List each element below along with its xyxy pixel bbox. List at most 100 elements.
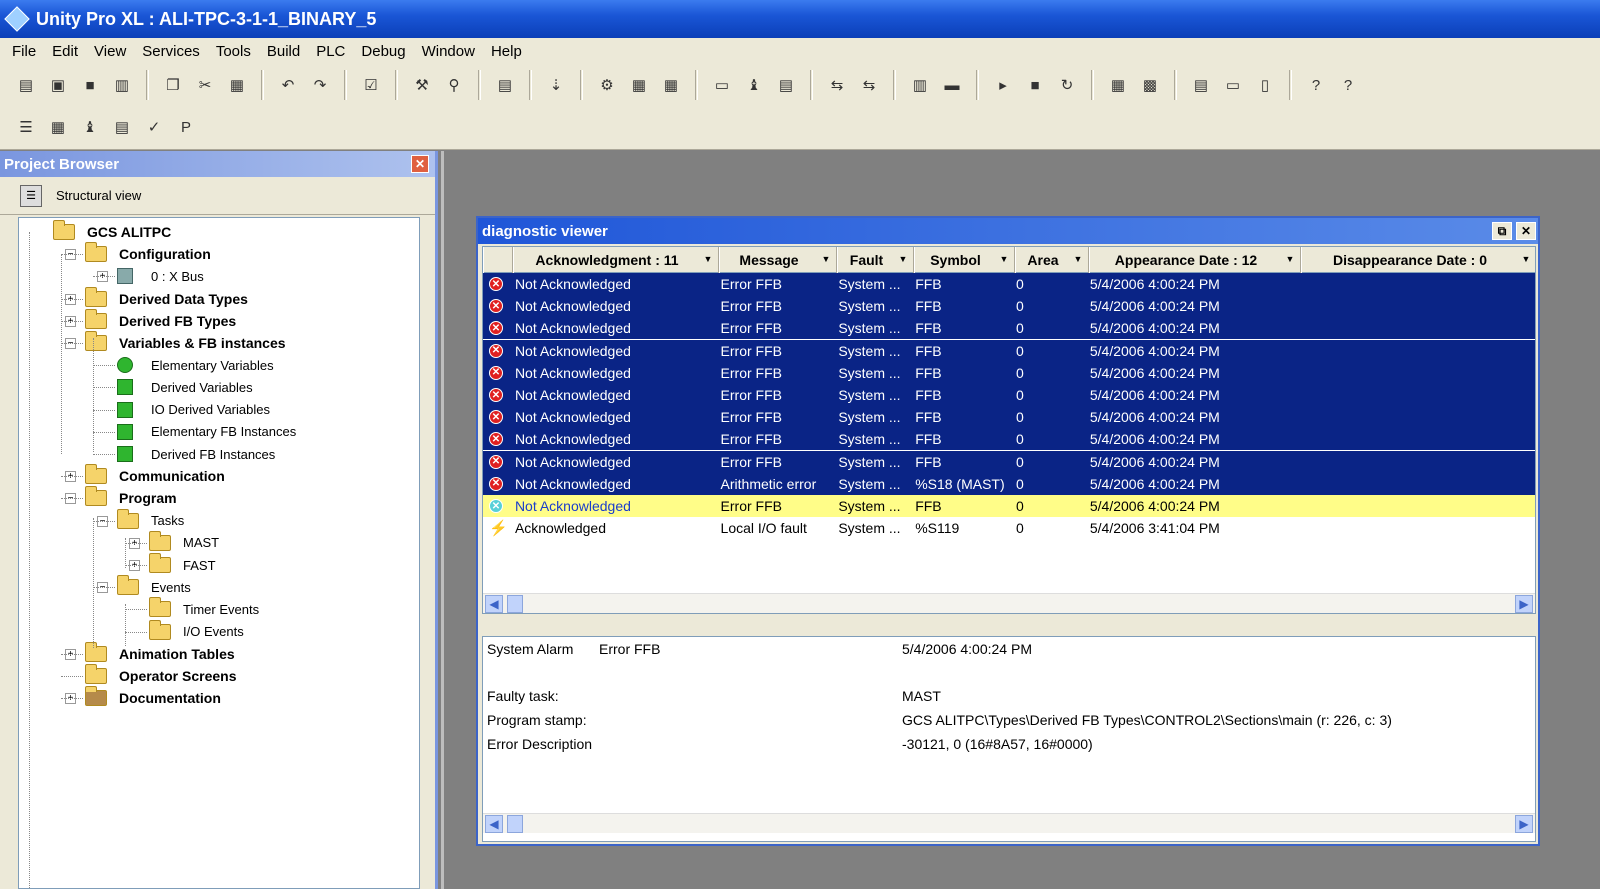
search-icon[interactable]: ⚲ — [441, 72, 467, 98]
column-header[interactable]: Acknowledgment : 11 ▼ — [513, 247, 719, 273]
grid-horizontal-scrollbar[interactable]: ◀ ▶ — [483, 593, 1535, 613]
animation-icon[interactable]: ▦ — [1105, 72, 1131, 98]
tree-item[interactable]: FAST — [149, 553, 216, 576]
scroll-right-icon[interactable]: ▶ — [1515, 595, 1533, 613]
table-row[interactable]: ⚡ Acknowledged Local I/O fault System ... %S… — [483, 517, 1535, 539]
sim-icon[interactable]: ▥ — [907, 72, 933, 98]
table-row[interactable]: ✕ Not Acknowledged Error FFB System ... FFB 0… — [483, 361, 1535, 384]
window-icon[interactable]: ▦ — [45, 114, 71, 140]
redo-icon[interactable]: ↷ — [307, 72, 333, 98]
tree-item[interactable]: Tasks — [117, 508, 184, 532]
tree-item[interactable]: Documentation — [85, 686, 221, 709]
menu-window[interactable]: Window — [414, 43, 483, 60]
tree-item[interactable]: MAST — [149, 530, 219, 554]
menu-services[interactable]: Services — [134, 43, 208, 60]
tree-item[interactable]: Timer Events — [149, 597, 259, 620]
table-row[interactable]: ✕ Not Acknowledged Error FFB System ... FFB 0… — [483, 295, 1535, 318]
tree-item[interactable]: I/O Events — [149, 619, 244, 643]
table-row[interactable]: ✕ Not Acknowledged Error FFB System ... FFB 0… — [483, 339, 1535, 362]
help-icon[interactable]: ? — [1303, 72, 1329, 98]
menu-edit[interactable]: Edit — [44, 43, 86, 60]
print-icon[interactable]: ▥ — [109, 72, 135, 98]
restore-icon[interactable]: ⧉ — [1492, 222, 1512, 240]
column-header[interactable]: Fault ▼ — [837, 247, 914, 273]
compare-icon[interactable]: ▦ — [626, 72, 652, 98]
table-row[interactable]: ✕ Not Acknowledged Error FFB System ... FFB 0… — [483, 273, 1535, 295]
tree-item[interactable]: Derived Data Types — [85, 286, 248, 310]
binoculars-icon[interactable]: ♝ — [741, 72, 767, 98]
table-row[interactable]: ✕ Not Acknowledged Error FFB System ... FFB 0… — [483, 428, 1535, 451]
table-row[interactable]: ✕ Not Acknowledged Error FFB System ... FFB 0… — [483, 406, 1535, 429]
menu-debug[interactable]: Debug — [353, 43, 413, 60]
chevron-down-icon[interactable]: ▼ — [1519, 252, 1533, 266]
library-icon[interactable]: ▤ — [492, 72, 518, 98]
table-icon[interactable]: ▤ — [109, 114, 135, 140]
new-icon[interactable]: ▤ — [13, 72, 39, 98]
chevron-down-icon[interactable]: ▼ — [1071, 252, 1085, 266]
menu-file[interactable]: File — [4, 43, 44, 60]
tree-item[interactable]: IO Derived Variables — [117, 399, 270, 421]
copy-icon[interactable]: ❐ — [160, 72, 186, 98]
init-icon[interactable]: ↻ — [1054, 72, 1080, 98]
tree-item[interactable]: Derived FB Instances — [117, 443, 275, 465]
connect-icon[interactable]: ⇆ — [824, 72, 850, 98]
column-header[interactable]: Message ▼ — [719, 247, 837, 273]
ack-icon[interactable]: ✓ — [141, 114, 167, 140]
tree-item[interactable]: Derived FB Types — [85, 308, 236, 332]
horizontal-icon[interactable]: ▭ — [1220, 72, 1246, 98]
chevron-down-icon[interactable]: ▼ — [896, 252, 910, 266]
tree-item[interactable]: Communication — [85, 464, 225, 487]
column-header[interactable]: Appearance Date : 12 ▼ — [1089, 247, 1301, 273]
scroll-right-icon[interactable]: ▶ — [1515, 815, 1533, 833]
chevron-down-icon[interactable]: ▼ — [701, 252, 715, 266]
menu-plc[interactable]: PLC — [308, 43, 353, 60]
paste-icon[interactable]: ▦ — [224, 72, 250, 98]
memory-icon[interactable]: ▦ — [658, 72, 684, 98]
detail-horizontal-scrollbar[interactable]: ◀ ▶ — [483, 813, 1535, 833]
table-row[interactable]: ✕ Not Acknowledged Arithmetic error System … — [483, 472, 1535, 495]
column-header[interactable]: Area ▼ — [1015, 247, 1089, 273]
scroll-left-icon[interactable]: ◀ — [485, 815, 503, 833]
tree-item[interactable]: Operator Screens — [85, 664, 237, 687]
tree-item[interactable]: 0 : X Bus — [117, 265, 204, 287]
open-icon[interactable]: ▣ — [45, 72, 71, 98]
column-header[interactable]: Disappearance Date : 0 ▼ — [1301, 247, 1535, 273]
table-row[interactable]: ✕ Not Acknowledged Error FFB System ... FFB 0… — [483, 450, 1535, 473]
structural-view-selector[interactable]: ☰ Structural view — [0, 177, 435, 215]
tree-item[interactable]: Derived Variables — [117, 376, 253, 398]
table-row[interactable]: ✕ Not Acknowledged Error FFB System ... FFB 0… — [483, 495, 1535, 517]
menu-help[interactable]: Help — [483, 43, 530, 60]
tree-item[interactable]: Elementary FB Instances — [117, 421, 296, 443]
close-icon[interactable]: ✕ — [411, 155, 429, 173]
disconnect-icon[interactable]: ⇆ — [856, 72, 882, 98]
tree-item[interactable]: Program — [85, 486, 177, 509]
laptop-icon[interactable]: ▬ — [939, 72, 965, 98]
table-row[interactable]: ✕ Not Acknowledged Error FFB System ... FFB 0… — [483, 384, 1535, 406]
close-icon[interactable]: ✕ — [1516, 222, 1536, 240]
build-icon[interactable]: ⚒ — [409, 72, 435, 98]
tree-item[interactable]: Configuration — [85, 242, 211, 265]
cut-icon[interactable]: ✂ — [192, 72, 218, 98]
export-icon[interactable]: ⇣ — [543, 72, 569, 98]
scroll-thumb[interactable] — [507, 595, 523, 613]
context-help-icon[interactable]: ? — [1335, 72, 1361, 98]
scroll-thumb[interactable] — [507, 815, 523, 833]
table-row[interactable]: ✕ Not Acknowledged Error FFB System ... FFB 0… — [483, 317, 1535, 340]
screen-icon[interactable]: ▭ — [709, 72, 735, 98]
run-icon[interactable]: ▸ — [990, 72, 1016, 98]
tree-item[interactable]: Events — [117, 575, 191, 598]
vertical-icon[interactable]: ▯ — [1252, 72, 1278, 98]
scroll-left-icon[interactable]: ◀ — [485, 595, 503, 613]
undo-icon[interactable]: ↶ — [275, 72, 301, 98]
menu-view[interactable]: View — [86, 43, 134, 60]
chevron-down-icon[interactable]: ▼ — [819, 252, 833, 266]
chevron-down-icon[interactable]: ▼ — [1283, 252, 1297, 266]
binoculars-icon[interactable]: ♝ — [77, 114, 103, 140]
chevron-down-icon[interactable]: ▼ — [997, 252, 1011, 266]
tree-item[interactable]: Variables & FB instances — [85, 331, 286, 354]
menu-build[interactable]: Build — [259, 43, 308, 60]
tree-item[interactable]: Animation Tables — [85, 641, 235, 665]
column-header[interactable]: Symbol ▼ — [914, 247, 1015, 273]
tree-item[interactable]: Elementary Variables — [117, 354, 274, 376]
transfer-icon[interactable]: ⚙ — [594, 72, 620, 98]
